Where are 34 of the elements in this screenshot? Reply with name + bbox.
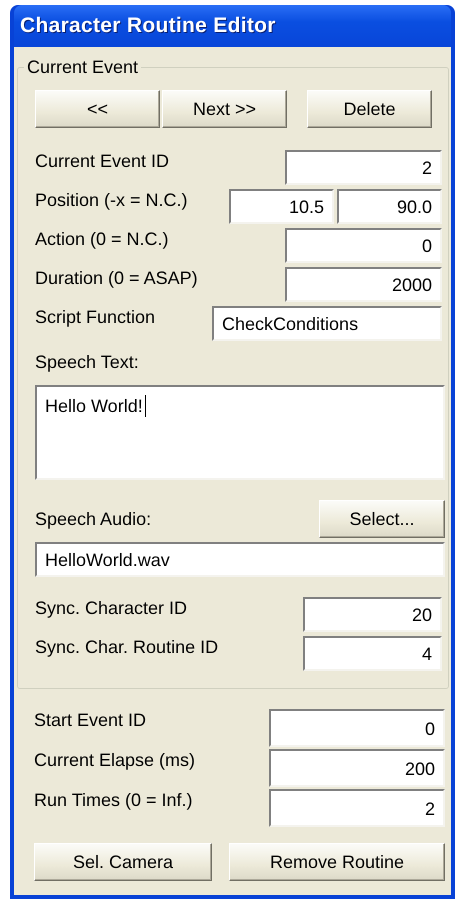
field-label: Speech Audio: bbox=[35, 508, 152, 530]
input-field[interactable]: 10.5 bbox=[229, 189, 334, 224]
text-cursor bbox=[144, 395, 146, 417]
input-field[interactable]: 90.0 bbox=[337, 189, 442, 224]
field-label: Script Function bbox=[35, 306, 156, 328]
field-label: Sync. Char. Routine ID bbox=[35, 636, 218, 658]
input-field[interactable]: CheckConditions bbox=[212, 306, 442, 341]
input-field[interactable]: 2000 bbox=[285, 267, 442, 302]
input-field[interactable]: 20 bbox=[303, 597, 442, 632]
nav-button[interactable]: Next >> bbox=[162, 90, 287, 128]
field-label: Current Event ID bbox=[35, 150, 170, 172]
field-label: Duration (0 = ASAP) bbox=[35, 267, 198, 289]
action-button[interactable]: Sel. Camera bbox=[34, 843, 212, 881]
input-field[interactable]: 2 bbox=[285, 150, 442, 185]
input-field[interactable]: 0 bbox=[269, 709, 445, 747]
field-label: Run Times (0 = Inf.) bbox=[34, 789, 193, 811]
window-title: Character Routine Editor bbox=[20, 14, 276, 38]
select-button[interactable]: Select... bbox=[319, 500, 445, 538]
input-field[interactable]: HelloWorld.wav bbox=[35, 542, 445, 577]
input-field[interactable]: 4 bbox=[303, 636, 442, 671]
input-field[interactable]: 0 bbox=[285, 228, 442, 263]
nav-button[interactable]: << bbox=[35, 90, 160, 128]
field-label: Speech Text: bbox=[35, 351, 140, 373]
field-label: Position (-x = N.C.) bbox=[35, 189, 188, 211]
text-value: Hello World! bbox=[45, 395, 143, 417]
field-label: Sync. Character ID bbox=[35, 597, 188, 619]
field-label: Action (0 = N.C.) bbox=[35, 228, 169, 250]
input-field[interactable]: 200 bbox=[269, 749, 445, 787]
input-field[interactable]: 2 bbox=[269, 789, 445, 827]
action-button[interactable]: Remove Routine bbox=[229, 843, 445, 881]
text-area[interactable]: Hello World! bbox=[35, 385, 445, 480]
field-label: Current Elapse (ms) bbox=[34, 749, 196, 771]
nav-button[interactable]: Delete bbox=[307, 90, 432, 128]
field-label: Start Event ID bbox=[34, 709, 146, 731]
